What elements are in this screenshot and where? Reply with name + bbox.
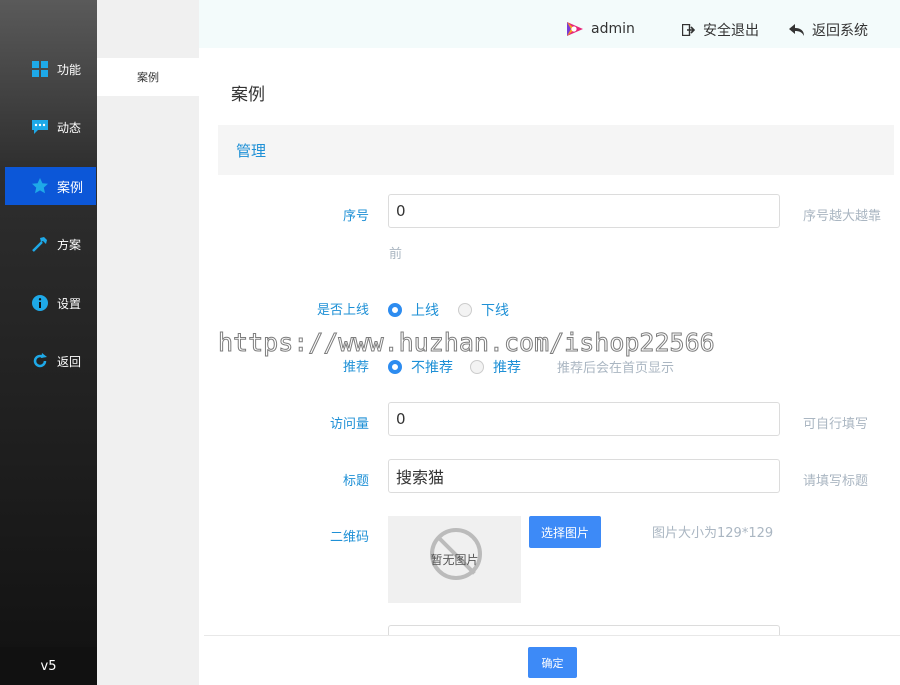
logout-icon: [682, 24, 695, 36]
logout-label: 安全退出: [703, 23, 759, 39]
reply-arrow-icon: [789, 23, 804, 36]
admin-logo-icon: [567, 22, 583, 36]
sidebar-item-label: 动态: [57, 120, 82, 135]
grid-icon: [32, 61, 48, 77]
radio-offline[interactable]: 下线: [458, 300, 509, 320]
no-image-text: 暂无图片: [430, 553, 479, 567]
sidebar-item-label: 功能: [57, 62, 82, 77]
sidebar-item-news[interactable]: 动态: [5, 108, 96, 146]
radio-not-recommend[interactable]: 不推荐: [388, 357, 453, 377]
back-to-system-button[interactable]: 返回系统: [789, 20, 868, 40]
choose-image-button[interactable]: 选择图片: [529, 516, 601, 548]
title-hint: 请填写标题: [803, 474, 869, 489]
sidebar-item-return[interactable]: 返回: [5, 342, 96, 380]
visits-input[interactable]: 0: [388, 402, 780, 436]
radio-dot: [470, 360, 484, 374]
radio-dot: [388, 303, 402, 317]
radio-recommend[interactable]: 推荐: [470, 357, 521, 377]
main-sidebar: 功能 动态 案例 方案 设置 返回 v5: [0, 0, 97, 685]
hammer-icon: [32, 237, 47, 252]
confirm-button[interactable]: 确定: [528, 647, 577, 678]
order-label: 序号: [342, 209, 369, 224]
sidebar-item-label: 返回: [57, 354, 82, 369]
sidebar-item-solutions[interactable]: 方案: [5, 225, 96, 263]
recommend-label: 推荐: [342, 360, 369, 375]
refresh-icon: [33, 353, 47, 368]
star-icon: [32, 178, 48, 194]
qrcode-image-placeholder: 暂无图片: [388, 516, 521, 603]
radio-offline-label: 下线: [481, 303, 509, 319]
qrcode-label: 二维码: [329, 530, 369, 545]
username: admin: [591, 21, 635, 37]
version-label: v5: [0, 647, 97, 685]
order-hint: 序号越大越靠: [803, 209, 882, 224]
sidebar-item-label: 案例: [57, 180, 84, 196]
order-input[interactable]: 0: [388, 194, 780, 228]
sidebar-item-settings[interactable]: 设置: [5, 284, 96, 322]
page-title: 案例: [231, 85, 265, 105]
order-hint-continued: 前: [389, 247, 403, 262]
recommend-hint: 推荐后会在首页显示: [557, 361, 675, 376]
visits-label: 访问量: [329, 417, 369, 432]
radio-dot: [388, 360, 402, 374]
sidebar-item-cases[interactable]: 案例: [5, 167, 96, 205]
logout-button[interactable]: 安全退出: [682, 20, 759, 40]
form-footer: 确定: [204, 635, 900, 685]
sidebar-item-label: 设置: [57, 296, 82, 311]
radio-dot: [458, 303, 472, 317]
section-header: 管理: [218, 125, 894, 175]
sidebar-item-functions[interactable]: 功能: [5, 50, 96, 88]
online-label: 是否上线: [316, 303, 369, 318]
info-icon: [32, 295, 48, 311]
radio-online-label: 上线: [411, 303, 439, 319]
title-label: 标题: [342, 474, 369, 489]
user-menu[interactable]: admin: [565, 20, 635, 38]
sidebar-item-label: 方案: [57, 237, 82, 252]
watermark-text: https://www.huzhan.com/ishop22566: [218, 328, 716, 358]
subnav-item-cases[interactable]: 案例: [97, 58, 199, 96]
title-input[interactable]: 搜索猫: [388, 459, 780, 493]
top-bar: admin 安全退出 返回系统: [199, 0, 900, 48]
section-title: 管理: [236, 141, 267, 160]
radio-recommend-label: 推荐: [493, 360, 521, 376]
back-label: 返回系统: [812, 23, 868, 39]
radio-not-recommend-label: 不推荐: [411, 360, 453, 376]
chat-icon: [32, 120, 48, 134]
visits-hint: 可自行填写: [803, 417, 869, 432]
sub-navigation: 案例: [97, 0, 199, 685]
radio-online[interactable]: 上线: [388, 300, 439, 320]
qrcode-hint: 图片大小为129*129: [652, 526, 774, 541]
